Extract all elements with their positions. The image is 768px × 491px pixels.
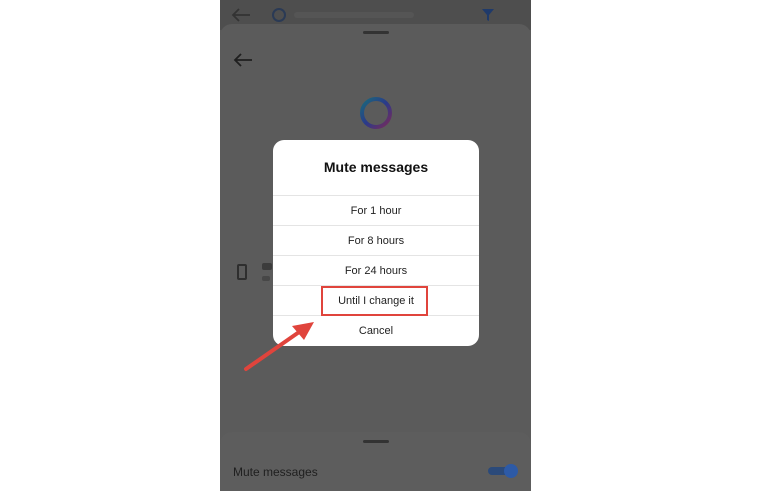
app-bar-title-placeholder	[294, 12, 414, 18]
phone-icon	[237, 264, 247, 280]
annotation-highlight-box	[321, 286, 428, 316]
option-24-hours[interactable]: For 24 hours	[273, 255, 479, 285]
ring-logo-icon	[272, 8, 286, 22]
filter-icon[interactable]	[482, 9, 494, 21]
option-8-hours[interactable]: For 8 hours	[273, 225, 479, 255]
device-name-placeholder	[262, 263, 272, 270]
device-subtitle-placeholder	[262, 276, 270, 281]
toggle-knob	[504, 464, 518, 478]
mute-messages-label: Mute messages	[233, 465, 318, 479]
mute-messages-toggle[interactable]	[488, 463, 518, 479]
back-arrow-icon[interactable]	[230, 7, 252, 23]
ring-logo-icon	[360, 97, 392, 129]
dialog-title: Mute messages	[323, 159, 429, 175]
sheet-drag-handle[interactable]	[363, 440, 389, 443]
option-1-hour[interactable]: For 1 hour	[273, 195, 479, 225]
annotation-arrow-icon	[244, 322, 314, 371]
back-arrow-icon[interactable]	[232, 52, 254, 68]
sheet-drag-handle[interactable]	[363, 31, 389, 34]
settings-bottom-sheet: Mute messages	[220, 432, 531, 491]
